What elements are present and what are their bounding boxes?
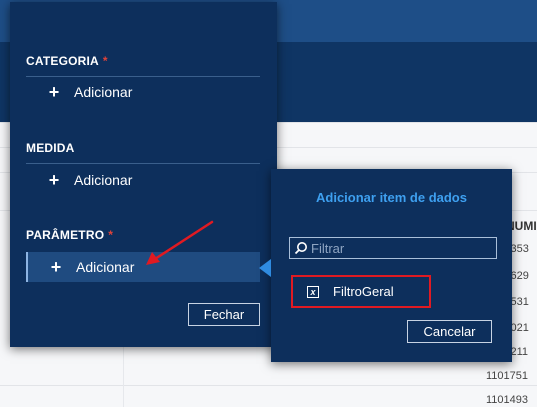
add-label: Adicionar <box>74 84 133 100</box>
section-label-parametro: PARÂMETRO * <box>26 228 113 242</box>
close-button[interactable]: Fechar <box>188 303 260 326</box>
section-label-text: CATEGORIA <box>26 54 99 68</box>
add-parametro-button[interactable]: + Adicionar <box>26 252 260 282</box>
section-label-text: PARÂMETRO <box>26 228 105 242</box>
search-field[interactable] <box>289 237 497 259</box>
section-label-text: MEDIDA <box>26 141 75 155</box>
pointer-arrow-icon <box>259 259 271 277</box>
grid-cell: 1101493 <box>486 394 529 406</box>
add-label: Adicionar <box>74 172 133 188</box>
section-label-categoria: CATEGORIA * <box>26 54 108 68</box>
plus-icon: + <box>48 170 60 190</box>
add-medida-button[interactable]: + Adicionar <box>26 165 260 195</box>
data-roles-panel: CATEGORIA * + Adicionar MEDIDA + Adiciona… <box>10 2 277 347</box>
required-indicator: * <box>102 54 108 68</box>
add-categoria-button[interactable]: + Adicionar <box>26 77 260 107</box>
data-item-label: FiltroGeral <box>333 284 394 299</box>
section-label-medida: MEDIDA <box>26 141 75 155</box>
data-item-filtrogeral[interactable]: x FiltroGeral <box>291 275 431 308</box>
add-label: Adicionar <box>76 259 135 275</box>
search-icon <box>294 242 307 255</box>
required-indicator: * <box>108 228 114 242</box>
search-input[interactable] <box>308 240 496 256</box>
grid-line <box>0 385 537 386</box>
plus-icon: + <box>50 257 62 277</box>
add-data-item-popover: Adicionar item de dados x FiltroGeral Ca… <box>259 169 512 362</box>
calculated-item-icon: x <box>307 285 319 298</box>
section-divider <box>26 163 260 164</box>
popover-title: Adicionar item de dados <box>316 190 467 205</box>
plus-icon: + <box>48 82 60 102</box>
cancel-button[interactable]: Cancelar <box>407 320 492 343</box>
grid-cell: 1101751 <box>486 370 529 382</box>
